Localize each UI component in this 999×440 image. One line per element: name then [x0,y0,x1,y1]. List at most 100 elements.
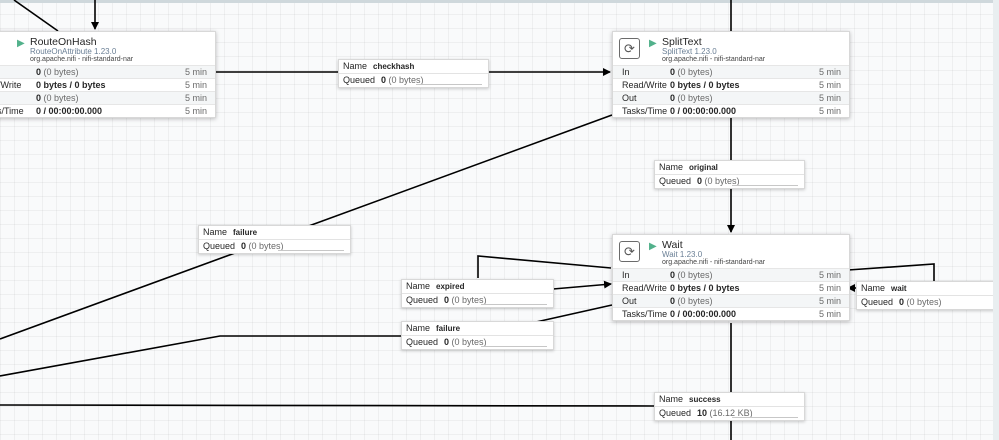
stat-time: 5 min [184,93,207,103]
stat-value-rest: (0 bytes) [675,270,713,280]
stat-time: 5 min [818,67,841,77]
connection-failure-wait[interactable]: Name failure Queued 0 (0 bytes) [401,321,554,350]
connection-name: expired [436,282,465,291]
stat-value-rest: (0 bytes) [41,93,79,103]
play-icon: ▶ [649,38,657,49]
connection-checkhash[interactable]: Name checkhash Queued 0 (0 bytes) [338,59,489,88]
queue-bar [278,250,344,251]
queue-bar [416,84,482,85]
flow-canvas[interactable]: ⟳ ▶ RouteOnHash RouteOnAttribute 1.23.0 … [0,0,999,440]
processor-routeonhash[interactable]: ⟳ ▶ RouteOnHash RouteOnAttribute 1.23.0 … [0,31,216,118]
stat-label: Read/Write [622,80,667,90]
processor-type: SplitText 1.23.0 [662,47,717,56]
connection-name: failure [233,228,258,237]
processor-wait[interactable]: ⟳ ▶ Wait Wait 1.23.0 org.apache.nifi - n… [612,234,850,321]
connection-queued-label: Queued [406,295,439,305]
stat-time: 5 min [818,309,841,319]
queued-size: (0 bytes) [904,297,942,307]
processor-type: RouteOnAttribute 1.23.0 [30,47,117,56]
stat-row: 0 (0 bytes) 5 min [0,65,215,78]
stat-row: Out 0 (0 bytes) 5 min [613,294,849,307]
stat-time: 5 min [184,106,207,116]
stat-value: 0 / 00:00:00.000 [36,106,103,116]
wire-expired-in [552,280,612,290]
stat-time: 5 min [818,270,841,280]
stat-label: In [622,67,630,77]
connection-queued-label: Queued [406,337,439,347]
connection-queued-label: Queued [343,75,376,85]
stat-value: 0 bytes / 0 bytes [670,80,740,90]
connection-name-label: Name [659,162,684,172]
stat-label: Out [622,296,637,306]
stat-row: Read/Write 0 bytes / 0 bytes 5 min [613,78,849,91]
stat-time: 5 min [818,296,841,306]
queue-bar [481,304,547,305]
connection-name-label: Name [343,61,368,71]
connection-name-label: Name [406,281,431,291]
queued-count: 10 [697,408,708,418]
connection-queued-label: Queued [659,408,692,418]
connection-name: success [689,395,721,404]
connection-name: original [689,163,718,172]
stat-row: In 0 (0 bytes) 5 min [613,268,849,281]
connection-name-label: Name [659,394,684,404]
play-icon: ▶ [649,241,657,252]
canvas-right-edge [993,0,999,440]
stat-time: 5 min [818,283,841,293]
stat-value-rest: (0 bytes) [675,93,713,103]
stat-label: Tasks/Time [622,309,668,319]
stat-time: 5 min [818,106,841,116]
wire-success-left [0,404,656,407]
queue-bar [481,346,547,347]
stat-row: Tasks/Time 0 / 00:00:00.000 5 min [613,104,849,117]
stat-label: asks/Time [0,106,24,116]
stat-row: In 0 (0 bytes) 5 min [613,65,849,78]
wire-wait-failure-ext [0,335,403,377]
stat-time: 5 min [818,93,841,103]
connection-name: failure [436,324,461,333]
stat-label: Read/Write [622,283,667,293]
connection-expired[interactable]: Name expired Queued 0 (0 bytes) [401,279,554,308]
connection-name-label: Name [406,323,431,333]
queue-bar [732,185,798,186]
stat-value: 0 bytes / 0 bytes [670,283,740,293]
processor-bundle: org.apache.nifi - nifi-standard-nar [662,259,766,266]
queue-bar [732,417,798,418]
connection-queued-label: Queued [861,297,894,307]
processor-type: Wait 1.23.0 [662,250,703,259]
stat-time: 5 min [184,80,207,90]
refresh-icon: ⟳ [619,241,640,262]
stat-value: 0 / 00:00:00.000 [670,106,737,116]
stat-value-rest: (0 bytes) [675,296,713,306]
stat-label: Out [622,93,637,103]
stat-value-rest: (0 bytes) [675,67,713,77]
processor-bundle: org.apache.nifi - nifi-standard-nar [30,56,134,63]
stat-label: Tasks/Time [622,106,668,116]
play-icon: ▶ [17,38,25,49]
connection-name: wait [891,284,907,293]
stat-row: Out 0 (0 bytes) 5 min [613,91,849,104]
stat-value: 0 bytes / 0 bytes [36,80,106,90]
connection-queued-label: Queued [659,176,692,186]
stat-label: In [622,270,630,280]
stat-value-rest: (0 bytes) [41,67,79,77]
stat-time: 5 min [184,67,207,77]
stat-value: 0 / 00:00:00.000 [670,309,737,319]
wire-expired [477,255,612,278]
stat-row: ead/Write 0 bytes / 0 bytes 5 min [0,78,215,91]
connection-wait[interactable]: Name wait Queued 0 (0 bytes) [856,281,998,310]
stat-label: ead/Write [0,80,22,90]
processor-splittext[interactable]: ⟳ ▶ SplitText SplitText 1.23.0 org.apach… [612,31,850,118]
stat-row: asks/Time 0 / 00:00:00.000 5 min [0,104,215,117]
stat-time: 5 min [818,80,841,90]
connection-success[interactable]: Name success Queued 10 (16.12 KB) [654,392,805,421]
stat-row: Read/Write 0 bytes / 0 bytes 5 min [613,281,849,294]
connection-name-label: Name [861,283,886,293]
refresh-icon: ⟳ [619,38,640,59]
connection-original[interactable]: Name original Queued 0 (0 bytes) [654,160,805,189]
connection-failure-splittext[interactable]: Name failure Queued 0 (0 bytes) [198,225,351,254]
connection-name: checkhash [373,62,415,71]
wire-into-routeonhash-a [13,0,59,32]
connection-name-label: Name [203,227,228,237]
stat-row: Tasks/Time 0 / 00:00:00.000 5 min [613,307,849,320]
